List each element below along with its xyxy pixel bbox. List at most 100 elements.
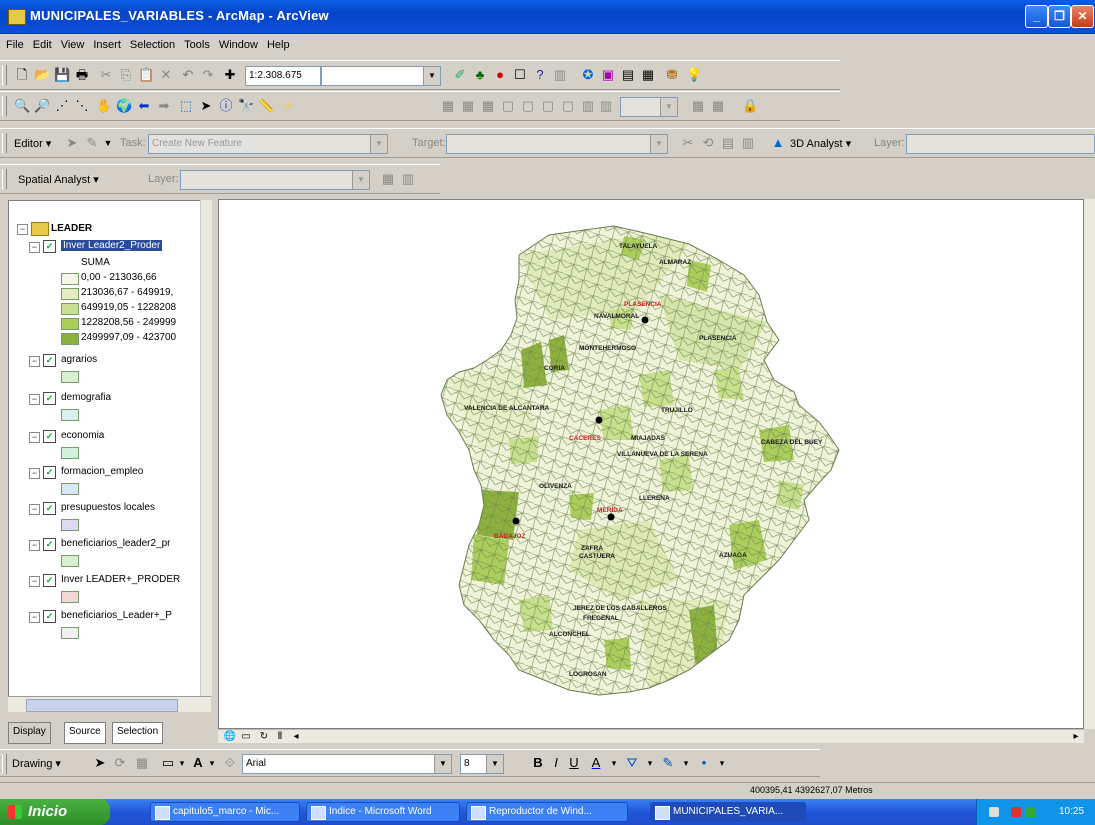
layer-row-formacion-empleo[interactable]: − ✓ formacion_empleo <box>29 465 209 497</box>
maximize-button[interactable]: ❐ <box>1048 5 1071 28</box>
layer-row-beneficiarios-leader2[interactable]: − ✓ beneficiarios_leader2_pr <box>29 537 209 569</box>
chevron-down-icon[interactable]: ▾ <box>606 755 622 771</box>
save-icon[interactable]: 💾 <box>54 67 70 83</box>
city-point[interactable] <box>512 517 520 525</box>
menu-view[interactable]: View <box>55 36 88 51</box>
layout-view-icon[interactable]: ▤ <box>620 67 636 83</box>
pan-icon[interactable]: ✋ <box>96 98 112 114</box>
editor-toolbar-icon[interactable]: ✐ <box>452 67 468 83</box>
georef-tool-9-icon[interactable]: ▥ <box>598 98 614 114</box>
menu-selection[interactable]: Selection <box>124 36 178 51</box>
chevron-down-icon[interactable]: ▼ <box>100 135 116 151</box>
collapse-icon[interactable]: − <box>29 394 40 405</box>
collapse-icon[interactable]: − <box>17 224 28 235</box>
chevron-down-icon[interactable]: ▾ <box>174 755 190 771</box>
layer-visibility-checkbox[interactable]: ✓ <box>43 354 56 367</box>
chevron-down-icon[interactable]: ▼ <box>486 755 503 773</box>
arctoolbox-icon[interactable]: ♣ <box>472 67 488 83</box>
rotate-icon[interactable]: ⟳ <box>112 755 128 771</box>
task-button-media-player[interactable]: Reproductor de Wind... <box>466 802 628 822</box>
map-scale-combo[interactable]: 1:2.308.675 <box>245 66 321 86</box>
layer-visibility-checkbox[interactable]: ✓ <box>43 430 56 443</box>
tray-icon[interactable] <box>989 807 999 817</box>
city-point[interactable] <box>607 513 615 521</box>
data-view-icon[interactable]: 🌐 <box>222 729 238 745</box>
extremadura-municipalities-map[interactable]: ALMARAZ TALAYUELA NAVALMORAL PLASENCIA C… <box>219 200 1084 729</box>
map-scale-field-blank[interactable]: ▼ <box>321 66 441 86</box>
print-icon[interactable]: 🖶 <box>74 67 90 83</box>
menu-window[interactable]: Window <box>213 36 261 51</box>
layer-row-demografia[interactable]: − ✓ demografia <box>29 391 209 423</box>
chevron-down-icon[interactable]: ▾ <box>714 755 730 771</box>
paste-icon[interactable]: 📋 <box>138 67 154 83</box>
menu-insert[interactable]: Insert <box>87 36 124 51</box>
marker-color-icon[interactable]: • <box>696 755 712 771</box>
full-extent-icon[interactable]: 🌍 <box>116 98 132 114</box>
target-combo[interactable]: ▼ <box>446 134 668 154</box>
arctoolbox-red-icon[interactable]: ● <box>492 67 508 83</box>
toc-horizontal-scrollbar[interactable] <box>8 696 211 712</box>
refresh-icon[interactable]: ↻ <box>256 729 272 745</box>
toolbar-grip[interactable] <box>2 96 7 116</box>
sketch-properties-icon[interactable]: ▥ <box>740 135 756 151</box>
rotate-tool-icon[interactable]: ⟲ <box>700 135 716 151</box>
back-extent-icon[interactable]: ⬅ <box>136 98 152 114</box>
map-vertical-scrollbar[interactable] <box>1084 199 1095 729</box>
select-elements-icon[interactable]: ➤ <box>92 755 108 771</box>
collapse-icon[interactable]: − <box>29 504 40 515</box>
arccatalog-icon[interactable]: ▣ <box>600 67 616 83</box>
histogram-icon[interactable]: ▦ <box>380 171 396 187</box>
spatial-analyst-menu-button[interactable]: Spatial Analyst ▾ <box>18 173 99 186</box>
chevron-down-icon[interactable]: ▾ <box>204 755 220 771</box>
toolbar-grip[interactable] <box>2 65 7 85</box>
city-point[interactable] <box>595 416 603 424</box>
collapse-icon[interactable]: − <box>29 468 40 479</box>
chevron-down-icon[interactable]: ▼ <box>650 135 667 153</box>
layer-row-inver-leaderplus[interactable]: − ✓ Inver LEADER+_PRODER <box>29 573 209 605</box>
georef-tool-3-icon[interactable]: ▦ <box>480 98 496 114</box>
tab-source[interactable]: Source <box>64 722 106 744</box>
line-color-icon[interactable]: ✎ <box>660 755 676 771</box>
find-binoculars-icon[interactable]: 🔭 <box>238 98 254 114</box>
zoom-in-icon[interactable]: 🔍 <box>14 98 30 114</box>
chevron-down-icon[interactable]: ▼ <box>423 67 440 85</box>
font-name-combo[interactable]: Arial ▼ <box>242 754 452 774</box>
georef-tool-6-icon[interactable]: ▢ <box>540 98 556 114</box>
collapse-icon[interactable]: − <box>29 242 40 253</box>
bold-button[interactable]: B <box>530 755 546 771</box>
menu-file[interactable]: File <box>0 36 27 51</box>
menu-help[interactable]: Help <box>261 36 293 51</box>
redo-icon[interactable]: ↷ <box>200 67 216 83</box>
light-bulb-icon[interactable]: 💡 <box>686 67 702 83</box>
georef-tool-1-icon[interactable]: ▦ <box>440 98 456 114</box>
chevron-down-icon[interactable]: ▾ <box>678 755 694 771</box>
layer-row-economia[interactable]: − ✓ economia <box>29 429 209 461</box>
map-display[interactable]: ALMARAZ TALAYUELA NAVALMORAL PLASENCIA C… <box>218 199 1084 729</box>
menu-edit[interactable]: Edit <box>27 36 55 51</box>
attributes-icon[interactable]: ▤ <box>720 135 736 151</box>
layer-visibility-checkbox[interactable]: ✓ <box>43 538 56 551</box>
georef-tool-7-icon[interactable]: ▢ <box>560 98 576 114</box>
scroll-left-icon[interactable]: ◂ <box>288 729 304 745</box>
tab-selection[interactable]: Selection <box>112 722 164 744</box>
layer-visibility-checkbox[interactable]: ✓ <box>43 392 56 405</box>
chevron-down-icon[interactable]: ▼ <box>434 755 451 773</box>
toolbar-grip[interactable] <box>2 754 7 774</box>
georef-tool-2-icon[interactable]: ▦ <box>460 98 476 114</box>
task-button-capitulo5[interactable]: capitulo5_marco - Mic... <box>150 802 300 822</box>
scroll-right-icon[interactable]: ▸ <box>1068 729 1084 745</box>
undo-icon[interactable]: ↶ <box>180 67 196 83</box>
zoom-whole-page-icon[interactable]: ▦ <box>134 755 150 771</box>
disabled-tool-icon[interactable]: ▥ <box>552 67 568 83</box>
disabled-tool-icon[interactable]: ▦ <box>690 98 706 114</box>
toc-vertical-scrollbar[interactable] <box>200 200 212 696</box>
table-icon[interactable]: ▦ <box>640 67 656 83</box>
disabled-tool-icon[interactable]: ▦ <box>710 98 726 114</box>
collapse-icon[interactable]: − <box>29 612 40 623</box>
3d-layer-combo[interactable] <box>906 134 1095 154</box>
drawing-menu-button[interactable]: Drawing ▾ <box>12 757 61 770</box>
open-folder-icon[interactable]: 📂 <box>34 67 50 83</box>
close-button[interactable]: ✕ <box>1071 5 1094 28</box>
georef-tool-5-icon[interactable]: ▢ <box>520 98 536 114</box>
delete-icon[interactable]: ✕ <box>158 67 174 83</box>
